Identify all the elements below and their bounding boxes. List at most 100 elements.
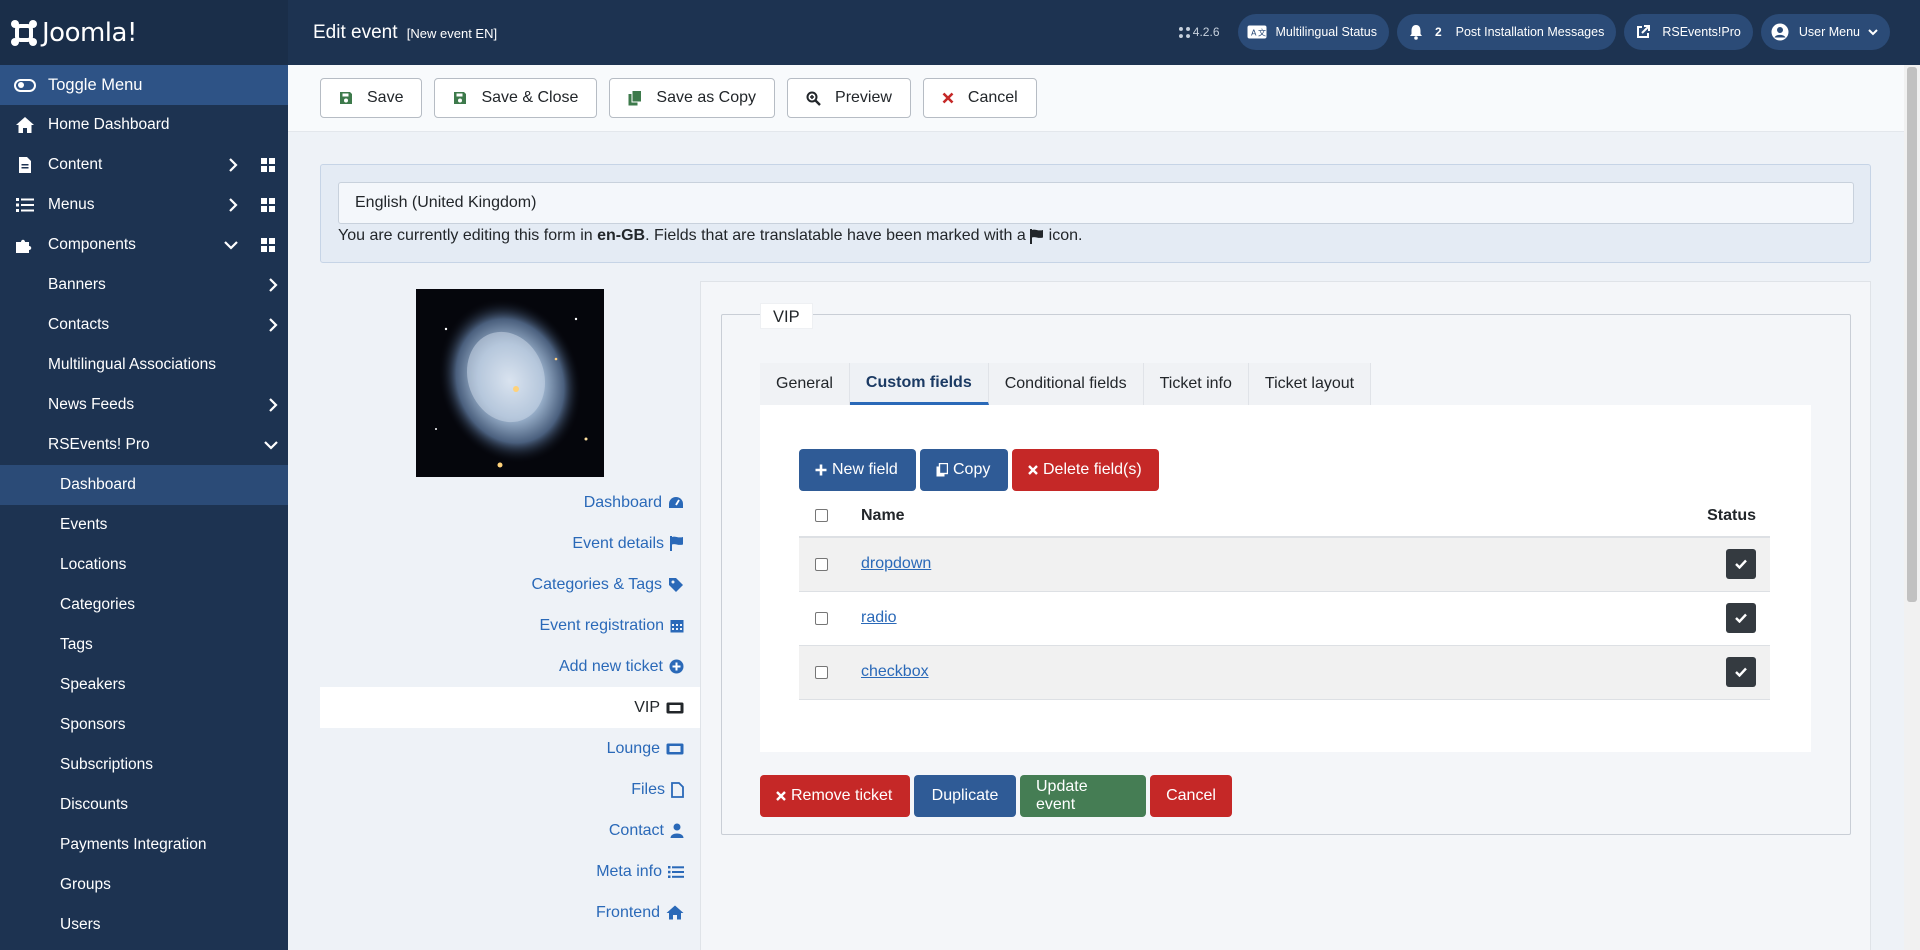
tab-custom-fields[interactable]: Custom fields: [849, 363, 989, 405]
rsevents-pro-link[interactable]: RSEvents!Pro: [1624, 14, 1753, 50]
leftnav-label: Event details: [572, 534, 664, 552]
remove-ticket-label: Remove ticket: [791, 787, 893, 804]
delete-fields-button[interactable]: Delete field(s): [1012, 449, 1159, 491]
sidebar-item-home-dashboard[interactable]: Home Dashboard: [0, 105, 288, 145]
sidebar-item-tags[interactable]: Tags: [0, 625, 288, 665]
tab-ticket-layout[interactable]: Ticket layout: [1248, 363, 1372, 405]
new-field-label: New field: [832, 461, 898, 478]
leftnav-item-event-registration[interactable]: Event registration: [320, 605, 700, 646]
sidebar-item-events[interactable]: Events: [0, 505, 288, 545]
leftnav-item-categories-tags[interactable]: Categories & Tags: [320, 564, 700, 605]
language-notice: English (United Kingdom) You are current…: [320, 164, 1871, 263]
remove-ticket-button[interactable]: Remove ticket: [760, 775, 910, 817]
sidebar-item-multilingual-associations[interactable]: Multilingual Associations: [0, 345, 288, 385]
language-select[interactable]: English (United Kingdom): [338, 182, 1854, 224]
leftnav-item-dashboard[interactable]: Dashboard: [320, 482, 700, 523]
field-link[interactable]: dropdown: [861, 555, 931, 572]
sidebar-item-label: RSEvents! Pro: [48, 436, 150, 453]
multilingual-status-label: Multilingual Status: [1275, 25, 1377, 39]
sidebar-item-menus[interactable]: Menus: [0, 185, 288, 225]
sidebar-item-contacts[interactable]: Contacts: [0, 305, 288, 345]
cancel-button[interactable]: Cancel: [922, 78, 1037, 118]
leftnav-item-files[interactable]: Files: [320, 769, 700, 810]
leftnav-item-frontend[interactable]: Frontend: [320, 892, 700, 933]
chevron-right-icon[interactable]: [268, 278, 278, 292]
sidebar-item-label: Contacts: [48, 316, 110, 333]
post-installation-messages-button[interactable]: 2 Post Installation Messages: [1396, 14, 1617, 50]
cancel-label: Cancel: [967, 89, 1018, 106]
sidebar-item-label: Home Dashboard: [48, 116, 170, 133]
update-event-button[interactable]: Update event: [1020, 775, 1146, 817]
leftnav-item-lounge[interactable]: Lounge: [320, 728, 700, 769]
sidebar-item-dashboard[interactable]: Dashboard: [0, 465, 288, 505]
dashboard-grid-icon[interactable]: [261, 198, 275, 212]
cancel-ticket-label: Cancel: [1166, 787, 1216, 804]
save-as-copy-button[interactable]: Save as Copy: [609, 78, 776, 118]
chevron-down-icon[interactable]: [224, 240, 238, 250]
sidebar-item-subscriptions[interactable]: Subscriptions: [0, 745, 288, 785]
row-checkbox[interactable]: [815, 611, 828, 625]
sidebar-item-users[interactable]: Users: [0, 905, 288, 945]
event-image[interactable]: [416, 289, 604, 477]
chevron-right-icon[interactable]: [228, 158, 238, 172]
dashboard-grid-icon[interactable]: [261, 158, 275, 172]
duplicate-button[interactable]: Duplicate: [914, 775, 1016, 817]
user-menu-button[interactable]: User Menu: [1760, 14, 1890, 50]
multilingual-status-button[interactable]: A文 Multilingual Status: [1237, 14, 1389, 50]
copy-button[interactable]: Copy: [920, 449, 1008, 491]
select-all-checkbox[interactable]: [815, 509, 828, 522]
toggle-menu[interactable]: Toggle Menu: [0, 65, 288, 105]
status-toggle-button[interactable]: [1726, 603, 1756, 633]
sidebar-item-sponsors[interactable]: Sponsors: [0, 705, 288, 745]
sidebar-item-components[interactable]: Components: [0, 225, 288, 265]
dashboard-grid-icon[interactable]: [261, 238, 275, 252]
sidebar-item-locations[interactable]: Locations: [0, 545, 288, 585]
scrollbar[interactable]: [1904, 65, 1920, 950]
save-close-button[interactable]: Save & Close: [434, 78, 598, 118]
sidebar-item-groups[interactable]: Groups: [0, 865, 288, 905]
sidebar-item-discounts[interactable]: Discounts: [0, 785, 288, 825]
sidebar-item-label: Speakers: [60, 676, 126, 693]
chevron-down-icon[interactable]: [264, 440, 278, 450]
row-checkbox[interactable]: [815, 557, 828, 571]
row-checkbox-cell: [799, 537, 861, 592]
row-checkbox[interactable]: [815, 665, 828, 679]
chevron-right-icon[interactable]: [268, 318, 278, 332]
chevron-right-icon[interactable]: [268, 398, 278, 412]
post-installation-label: Post Installation Messages: [1455, 25, 1605, 39]
ticket-fieldset: VIP General Custom fields Conditional fi…: [721, 303, 1851, 835]
leftnav-item-contact[interactable]: Contact: [320, 810, 700, 851]
tab-general[interactable]: General: [760, 363, 850, 405]
user-circle-icon: [1769, 21, 1791, 43]
language-selected-value: English (United Kingdom): [355, 194, 537, 211]
sidebar-item-banners[interactable]: Banners: [0, 265, 288, 305]
leftnav-item-meta-info[interactable]: Meta info: [320, 851, 700, 892]
leftnav-item-event-details[interactable]: Event details: [320, 523, 700, 564]
preview-button[interactable]: Preview: [787, 78, 911, 118]
user-menu-label: User Menu: [1798, 25, 1860, 39]
sidebar-item-speakers[interactable]: Speakers: [0, 665, 288, 705]
cancel-ticket-button[interactable]: Cancel: [1150, 775, 1232, 817]
leftnav-item-add-new-ticket[interactable]: Add new ticket: [320, 646, 700, 687]
brand[interactable]: Joomla!: [0, 0, 288, 65]
scrollbar-thumb[interactable]: [1907, 67, 1917, 602]
save-button[interactable]: Save: [320, 78, 423, 118]
sidebar: Joomla! Toggle Menu Home Dashboard Conte…: [0, 0, 288, 950]
sidebar-item-content[interactable]: Content: [0, 145, 288, 185]
tab-ticket-info[interactable]: Ticket info: [1143, 363, 1249, 405]
leftnav-label: Event registration: [539, 616, 664, 634]
field-link[interactable]: checkbox: [861, 663, 929, 680]
new-field-button[interactable]: New field: [799, 449, 916, 491]
sidebar-item-rsevents-pro[interactable]: RSEvents! Pro: [0, 425, 288, 465]
sidebar-item-news-feeds[interactable]: News Feeds: [0, 385, 288, 425]
copy-icon: [936, 463, 948, 477]
leftnav-item-vip[interactable]: VIP: [320, 687, 700, 728]
sidebar-item-payments-integration[interactable]: Payments Integration: [0, 825, 288, 865]
field-link[interactable]: radio: [861, 609, 897, 626]
chevron-right-icon[interactable]: [228, 198, 238, 212]
tab-conditional-fields[interactable]: Conditional fields: [988, 363, 1144, 405]
sidebar-item-categories[interactable]: Categories: [0, 585, 288, 625]
status-toggle-button[interactable]: [1726, 549, 1756, 580]
status-toggle-button[interactable]: [1726, 657, 1756, 687]
table-row: dropdown: [799, 537, 1770, 592]
